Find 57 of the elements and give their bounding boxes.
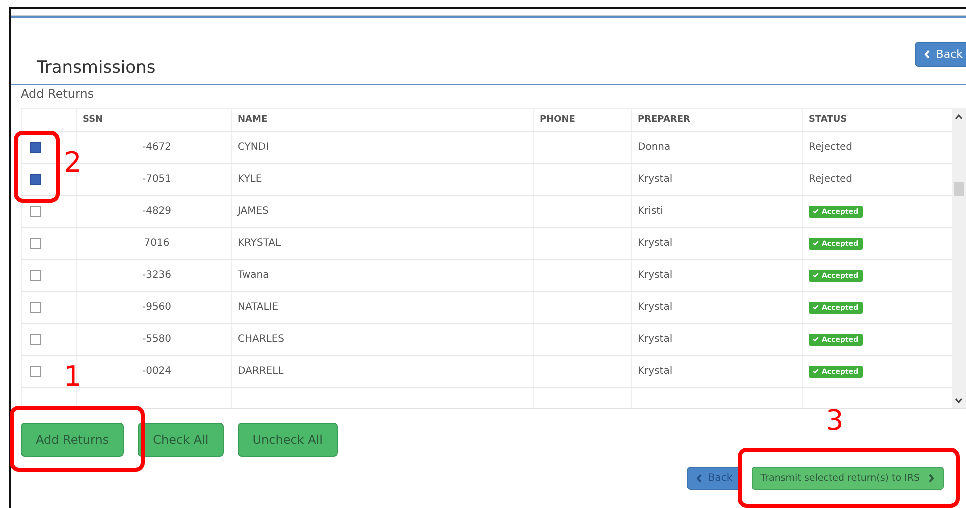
preparer-cell: Krystal	[631, 164, 802, 196]
chevron-right-icon	[928, 474, 935, 483]
check-icon	[813, 241, 819, 246]
name-cell: Twana	[231, 260, 533, 292]
section-title: Add Returns	[21, 87, 96, 103]
row-checkbox[interactable]	[30, 174, 41, 185]
check-icon	[813, 273, 819, 278]
column-header: PHONE	[533, 108, 631, 132]
scrollbar-thumb[interactable]	[954, 182, 964, 196]
column-header: NAME	[231, 108, 533, 132]
preparer-cell: Kristi	[631, 196, 802, 228]
ssn-cell: -4829	[76, 196, 231, 228]
row-checkbox[interactable]	[30, 270, 41, 281]
row-checkbox[interactable]	[30, 142, 41, 153]
row-checkbox[interactable]	[30, 334, 41, 345]
preparer-cell: Donna	[631, 132, 802, 164]
name-cell: KRYSTAL	[231, 228, 533, 260]
scrollbar[interactable]	[952, 108, 966, 408]
action-button[interactable]: Add Returns	[21, 423, 124, 457]
ssn-cell: -9560	[76, 292, 231, 324]
preparer-cell: Krystal	[631, 356, 802, 388]
ssn-cell: 7016	[76, 228, 231, 260]
chevron-up-icon	[955, 114, 963, 120]
preparer-cell: Krystal	[631, 228, 802, 260]
page-title: Transmissions	[37, 58, 156, 78]
transmit-button[interactable]: Transmit selected return(s) to IRS	[752, 467, 944, 490]
name-cell: NATALIE	[231, 292, 533, 324]
action-button[interactable]: Check All	[138, 423, 224, 457]
name-cell: DARRELL	[231, 356, 533, 388]
check-icon	[813, 337, 819, 342]
highlight-frame	[14, 131, 60, 203]
name-cell: JAMES	[231, 196, 533, 228]
check-icon	[813, 369, 819, 374]
back-button[interactable]: Back	[915, 42, 966, 67]
check-icon	[813, 305, 819, 310]
check-icon	[813, 209, 819, 214]
name-cell: KYLE	[231, 164, 533, 196]
name-cell: CYNDI	[231, 132, 533, 164]
row-checkbox[interactable]	[30, 366, 41, 377]
ssn-cell: -3236	[76, 260, 231, 292]
chevron-down-icon	[955, 398, 963, 404]
row-checkbox[interactable]	[30, 302, 41, 313]
preparer-cell: Krystal	[631, 292, 802, 324]
ssn-cell: -5580	[76, 324, 231, 356]
step-number: 3	[826, 404, 844, 437]
column-header: SSN	[76, 108, 231, 132]
chevron-left-icon	[696, 474, 704, 483]
row-checkbox[interactable]	[30, 206, 41, 217]
column-header	[21, 108, 76, 132]
preparer-cell: Krystal	[631, 324, 802, 356]
column-header: STATUS	[802, 108, 952, 132]
preparer-cell: Krystal	[631, 260, 802, 292]
column-header: PREPARER	[631, 108, 802, 132]
chevron-left-icon	[924, 50, 932, 59]
name-cell: CHARLES	[231, 324, 533, 356]
action-button[interactable]: Uncheck All	[238, 423, 338, 457]
row-checkbox[interactable]	[30, 238, 41, 249]
